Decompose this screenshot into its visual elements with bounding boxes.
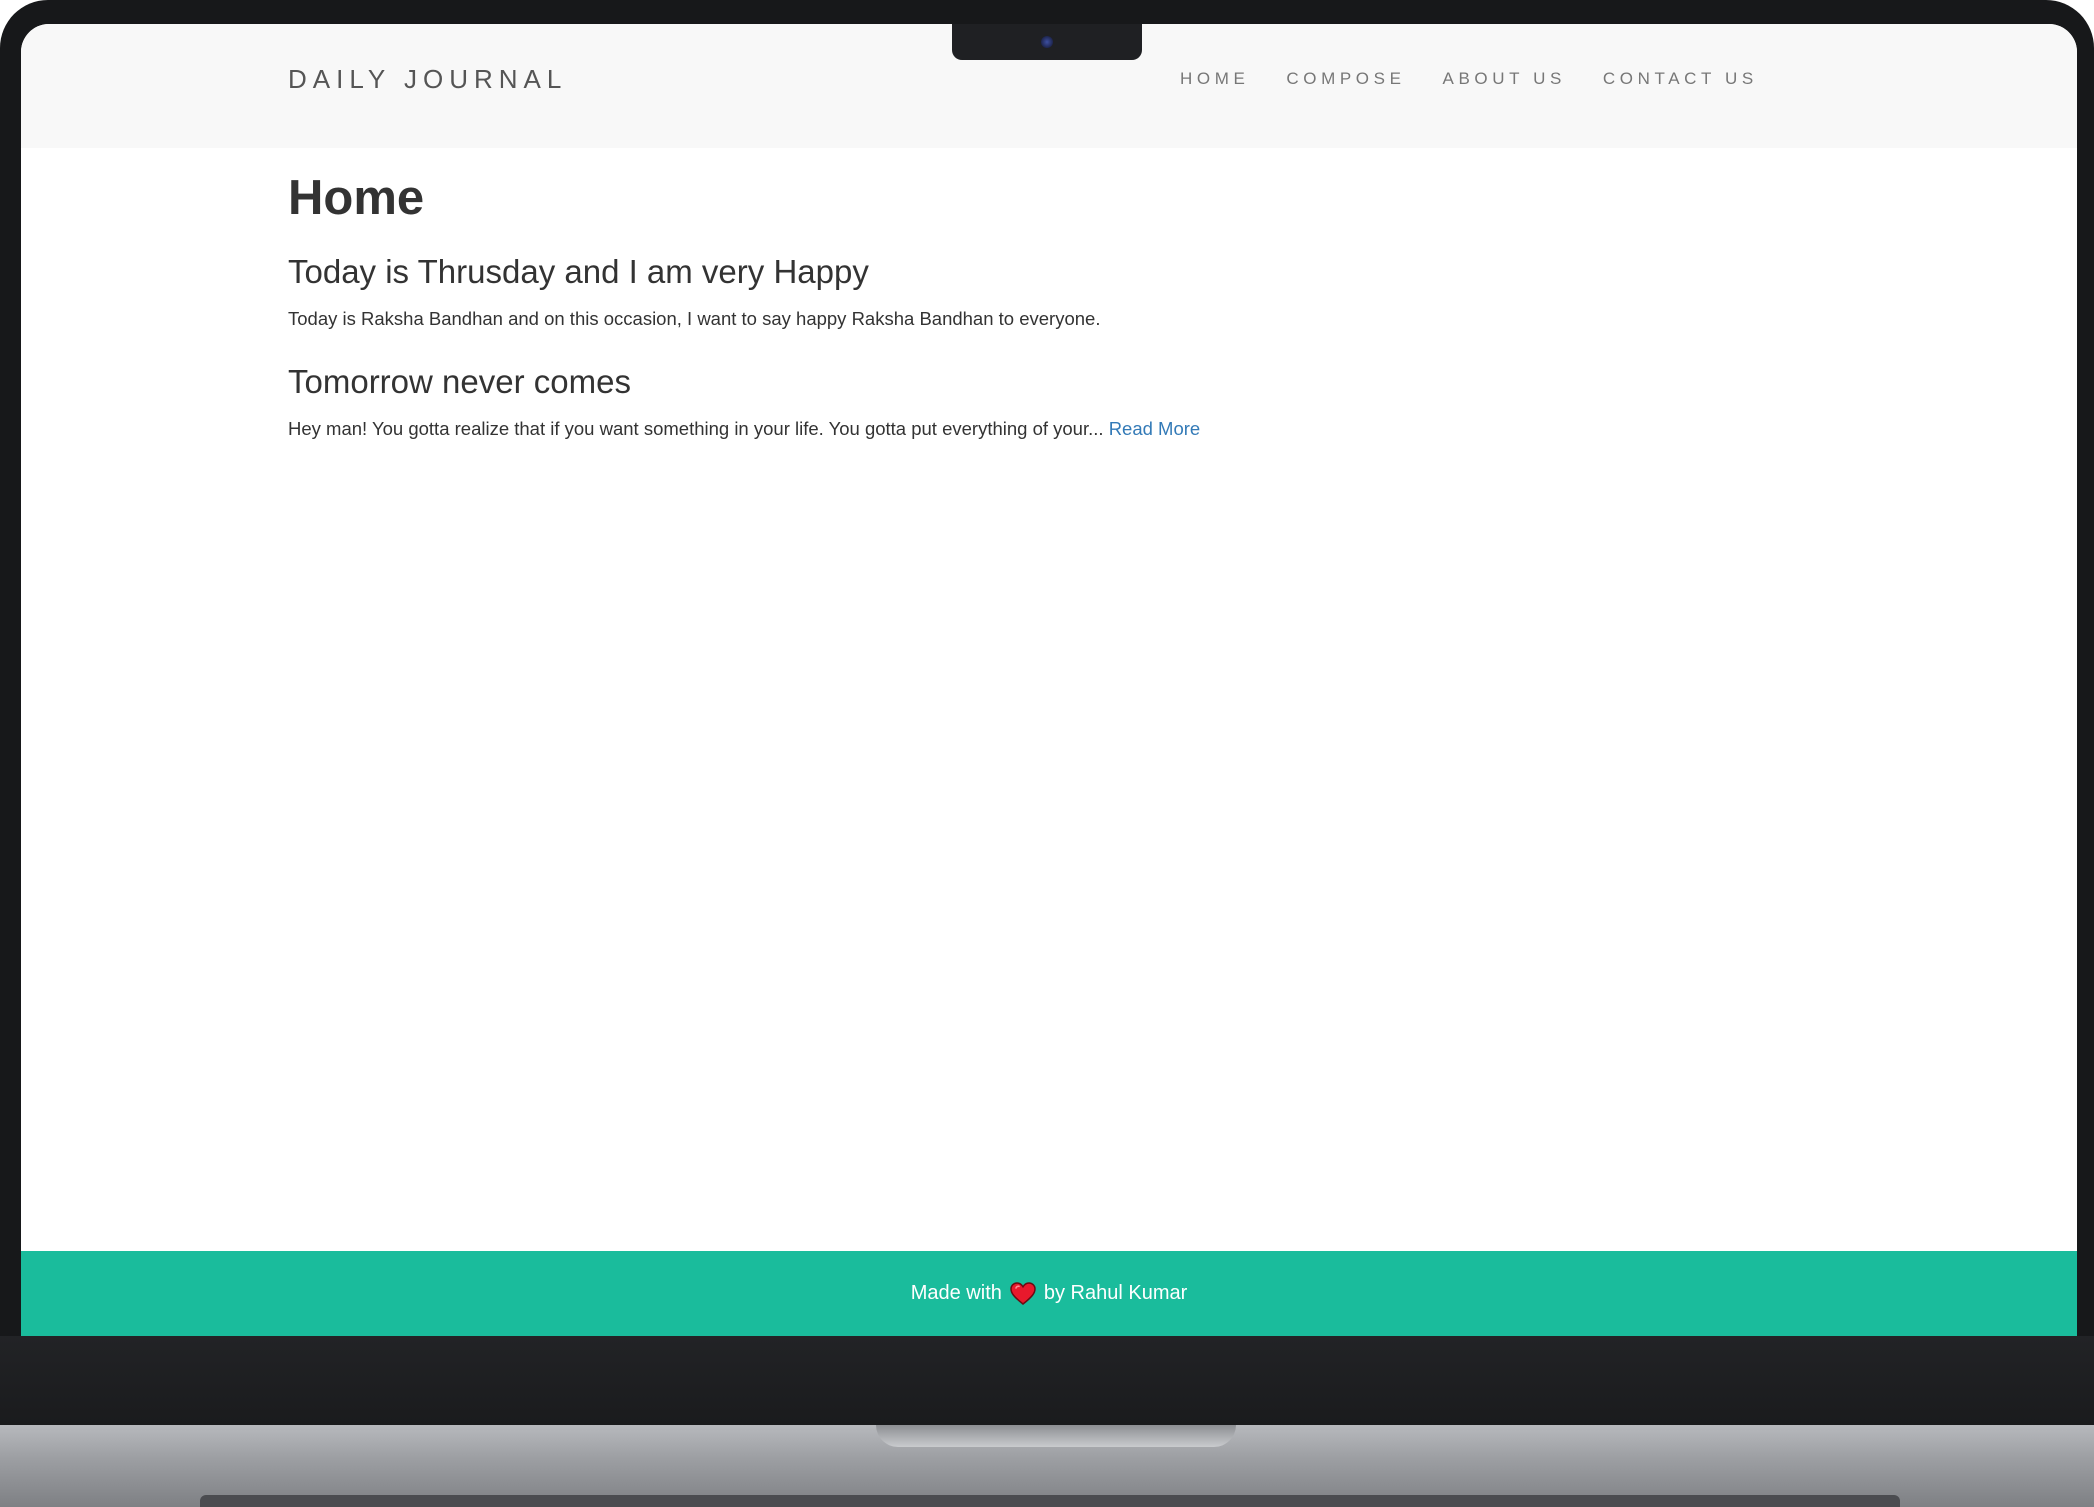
read-more-link[interactable]: Read More	[1109, 418, 1201, 439]
page-title: Home	[288, 171, 425, 225]
laptop-bottom-bezel	[0, 1336, 2094, 1425]
post-excerpt-text: Hey man! You gotta realize that if you w…	[288, 418, 1104, 440]
post-item: Today is Thrusday and I am very Happy To…	[288, 252, 1788, 332]
post-excerpt: Hey man! You gotta realize that if you w…	[288, 416, 1788, 442]
footer-prefix: Made with	[910, 1282, 1002, 1304]
nav-about-us[interactable]: ABOUT US	[1443, 69, 1566, 89]
site-footer: Made with by Rahul Kumar	[21, 1251, 2077, 1336]
main-nav: HOME COMPOSE ABOUT US CONTACT US	[1180, 69, 1795, 89]
nav-compose[interactable]: COMPOSE	[1286, 69, 1405, 89]
webcam-icon	[1041, 36, 1053, 48]
laptop-foot	[200, 1495, 1900, 1507]
heart-icon	[1010, 1281, 1036, 1306]
footer-suffix: by Rahul Kumar	[1043, 1282, 1188, 1304]
post-excerpt: Today is Raksha Bandhan and on this occa…	[288, 306, 1788, 332]
brand-logo-link[interactable]: DAILY JOURNAL	[288, 64, 567, 95]
post-title: Tomorrow never comes	[288, 363, 631, 401]
nav-home[interactable]: HOME	[1180, 69, 1249, 89]
post-item: Tomorrow never comes Hey man! You gotta …	[288, 363, 1788, 442]
nav-contact-us[interactable]: CONTACT US	[1603, 69, 1758, 89]
main-content: Home Today is Thrusday and I am very Hap…	[288, 171, 1788, 474]
laptop-screen: DAILY JOURNAL HOME COMPOSE ABOUT US CONT…	[21, 24, 2077, 1336]
laptop-opening-notch	[876, 1425, 1236, 1447]
post-excerpt-text: Today is Raksha Bandhan and on this occa…	[288, 308, 1101, 330]
post-title: Today is Thrusday and I am very Happy	[288, 252, 869, 290]
camera-notch	[952, 24, 1142, 60]
